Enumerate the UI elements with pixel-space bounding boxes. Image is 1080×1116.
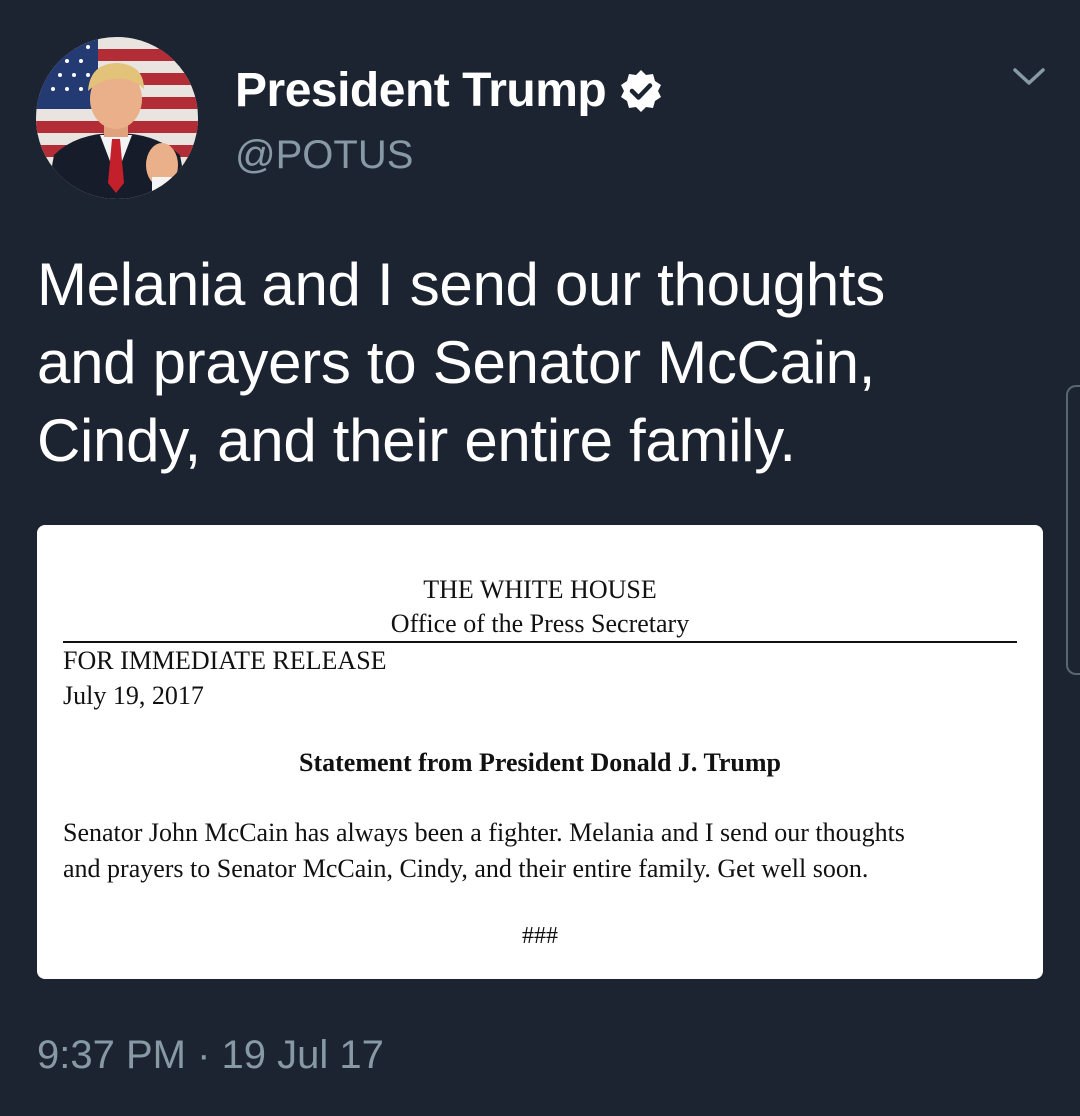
media-image-card[interactable]: THE WHITE HOUSE Office of the Press Secr…	[37, 525, 1043, 979]
avatar-photo	[36, 37, 198, 199]
document-divider	[63, 641, 1017, 643]
author-name-row[interactable]: President Trump	[235, 62, 664, 120]
user-handle[interactable]: @POTUS	[235, 130, 413, 180]
document-organization: THE WHITE HOUSE	[423, 575, 657, 604]
tweet: President Trump @POTUS Melania and I sen…	[0, 0, 1080, 1116]
tweet-timestamp[interactable]: 9:37 PM · 19 Jul 17	[37, 1030, 384, 1080]
document-date: July 19, 2017	[63, 681, 204, 710]
document-statement-title: Statement from President Donald J. Trump	[299, 748, 781, 777]
document-body: Senator John McCain has always been a fi…	[63, 818, 905, 883]
document-office: Office of the Press Secretary	[390, 609, 690, 638]
avatar[interactable]	[36, 37, 198, 199]
document-end-mark: ###	[522, 923, 558, 949]
display-name[interactable]: President Trump	[235, 62, 607, 120]
scroll-handle[interactable]	[1066, 385, 1080, 675]
verified-badge-icon	[618, 68, 664, 114]
tweet-text: Melania and I send our thoughts and pray…	[37, 251, 885, 474]
document-release-line: FOR IMMEDIATE RELEASE	[63, 646, 387, 675]
chevron-down-icon[interactable]	[1012, 66, 1046, 88]
